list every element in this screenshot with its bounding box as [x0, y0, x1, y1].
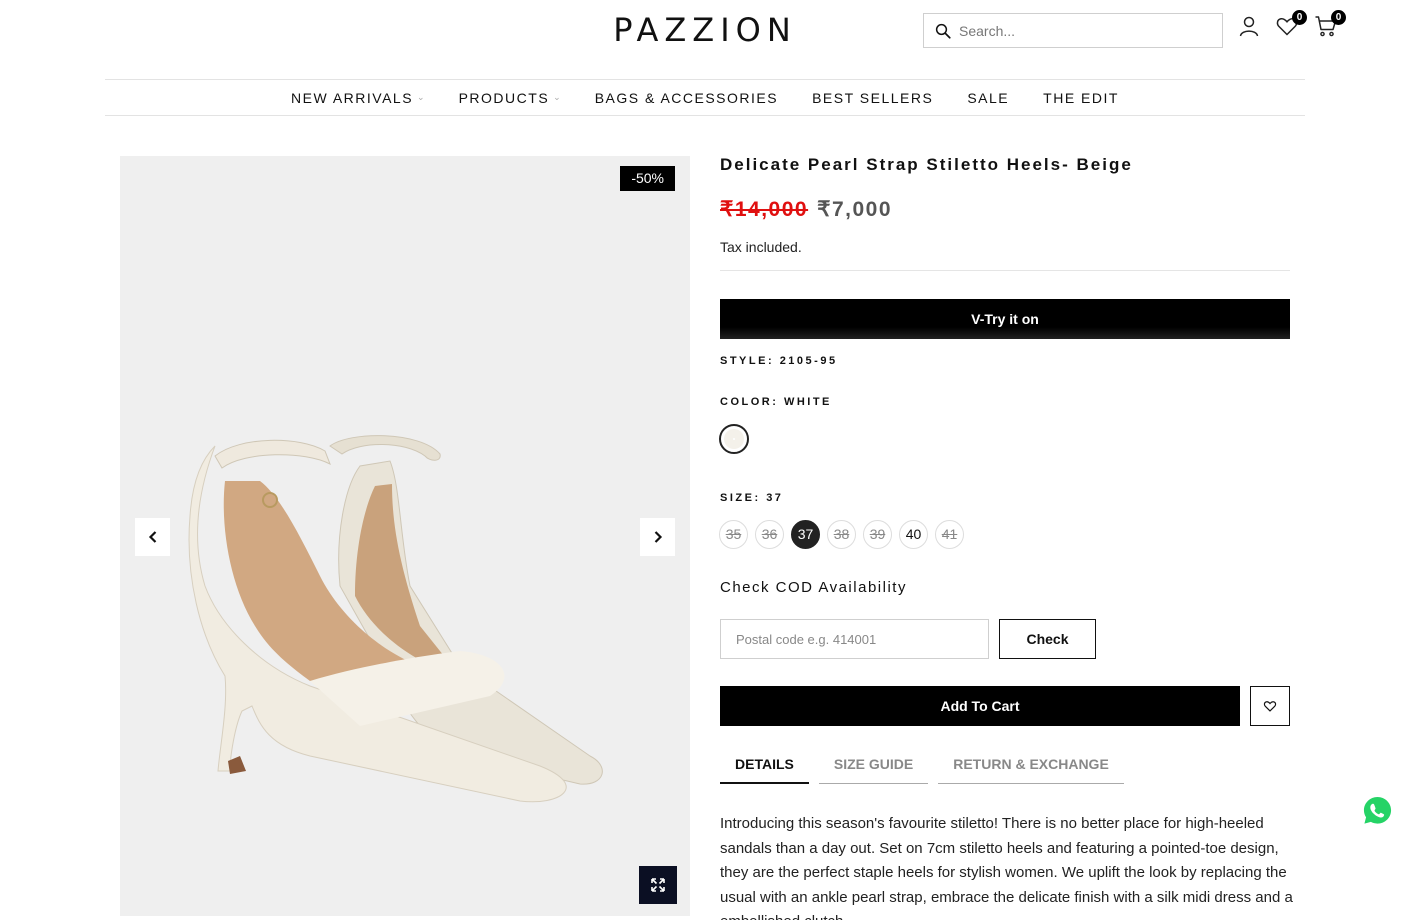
style-label-text: STYLE:: [720, 355, 775, 367]
size-value: 37: [766, 492, 784, 504]
product-image[interactable]: [160, 426, 660, 816]
size-option[interactable]: 41: [935, 520, 964, 549]
chevron-right-icon: [654, 531, 662, 543]
size-label: SIZE: 37: [720, 492, 783, 504]
nav-item-sale[interactable]: SALE: [967, 90, 1009, 106]
old-price: ₹14,000: [720, 198, 809, 221]
size-option[interactable]: 39: [863, 520, 892, 549]
size-selector: 35 36 37 38 39 40 41: [719, 520, 971, 549]
nav-item-label: BEST SELLERS: [812, 89, 934, 106]
size-option-selected[interactable]: 37: [791, 520, 820, 549]
zoom-button[interactable]: [639, 866, 677, 904]
sale-price: ₹7,000: [817, 198, 893, 221]
account-button[interactable]: [1237, 14, 1263, 42]
nav-item-label: PRODUCTS: [458, 89, 550, 106]
whatsapp-button[interactable]: [1362, 795, 1393, 826]
chevron-down-icon: ⌄: [417, 92, 425, 102]
price-block: ₹14,000 ₹7,000: [720, 197, 892, 222]
nav-item-label: NEW ARRIVALS: [291, 89, 414, 106]
nav-item-label: THE EDIT: [1043, 89, 1119, 106]
nav-item-new-arrivals[interactable]: NEW ARRIVALS ⌄: [291, 90, 425, 106]
product-tabs: DETAILS SIZE GUIDE RETURN & EXCHANGE: [720, 756, 1134, 784]
chevron-left-icon: [148, 531, 156, 543]
postal-code-input[interactable]: [720, 619, 989, 659]
check-cod-button[interactable]: Check: [999, 619, 1096, 659]
heart-icon: [1263, 701, 1277, 712]
size-label-text: SIZE:: [720, 492, 761, 504]
color-swatch-white[interactable]: [719, 424, 749, 454]
style-label: STYLE: 2105-95: [720, 355, 838, 367]
color-label-text: COLOR:: [720, 396, 779, 408]
cart-button[interactable]: 0: [1314, 10, 1346, 42]
cod-title: Check COD Availability: [720, 579, 907, 596]
nav-item-the-edit[interactable]: THE EDIT: [1043, 90, 1119, 106]
prev-image-button[interactable]: [135, 518, 170, 556]
site-logo[interactable]: PAZZION: [610, 12, 800, 48]
add-to-cart-button[interactable]: Add To Cart: [720, 686, 1240, 726]
wishlist-count-badge: 0: [1292, 10, 1307, 25]
nav-item-bags-accessories[interactable]: BAGS & ACCESSORIES: [595, 90, 778, 106]
search-bar[interactable]: [923, 13, 1223, 48]
size-option[interactable]: 40: [899, 520, 928, 549]
vtry-button[interactable]: V-Try it on: [720, 299, 1290, 339]
product-description: Introducing this season's favourite stil…: [720, 815, 1293, 920]
wishlist-button[interactable]: 0: [1275, 10, 1307, 42]
expand-icon: [651, 878, 665, 892]
chevron-down-icon: ⌄: [553, 92, 561, 102]
size-option[interactable]: 36: [755, 520, 784, 549]
tab-size-guide[interactable]: SIZE GUIDE: [818, 756, 929, 784]
color-label: COLOR: WHITE: [720, 396, 832, 408]
nav-item-label: BAGS & ACCESSORIES: [594, 89, 779, 106]
discount-badge: -50%: [620, 166, 675, 191]
cart-count-badge: 0: [1331, 10, 1346, 25]
style-value: 2105-95: [779, 355, 838, 367]
color-value: WHITE: [783, 396, 832, 408]
search-icon: [935, 23, 951, 39]
divider: [720, 270, 1290, 271]
tax-note: Tax included.: [720, 239, 802, 255]
product-gallery: -50%: [120, 156, 690, 916]
user-icon: [1239, 16, 1259, 37]
nav-item-products[interactable]: PRODUCTS ⌄: [459, 90, 561, 106]
size-option[interactable]: 38: [827, 520, 856, 549]
whatsapp-icon: [1363, 796, 1392, 824]
main-nav: NEW ARRIVALS ⌄ PRODUCTS ⌄ BAGS & ACCESSORI…: [105, 79, 1305, 116]
search-input[interactable]: [959, 22, 1209, 39]
nav-item-label: SALE: [967, 89, 1010, 106]
tab-details[interactable]: DETAILS: [720, 756, 809, 784]
next-image-button[interactable]: [640, 518, 675, 556]
product-title: Delicate Pearl Strap Stiletto Heels- Bei…: [720, 155, 1133, 174]
nav-item-best-sellers[interactable]: BEST SELLERS: [812, 90, 933, 106]
add-to-wishlist-button[interactable]: [1250, 686, 1290, 726]
tab-return-exchange[interactable]: RETURN & EXCHANGE: [938, 756, 1124, 784]
size-option[interactable]: 35: [719, 520, 748, 549]
